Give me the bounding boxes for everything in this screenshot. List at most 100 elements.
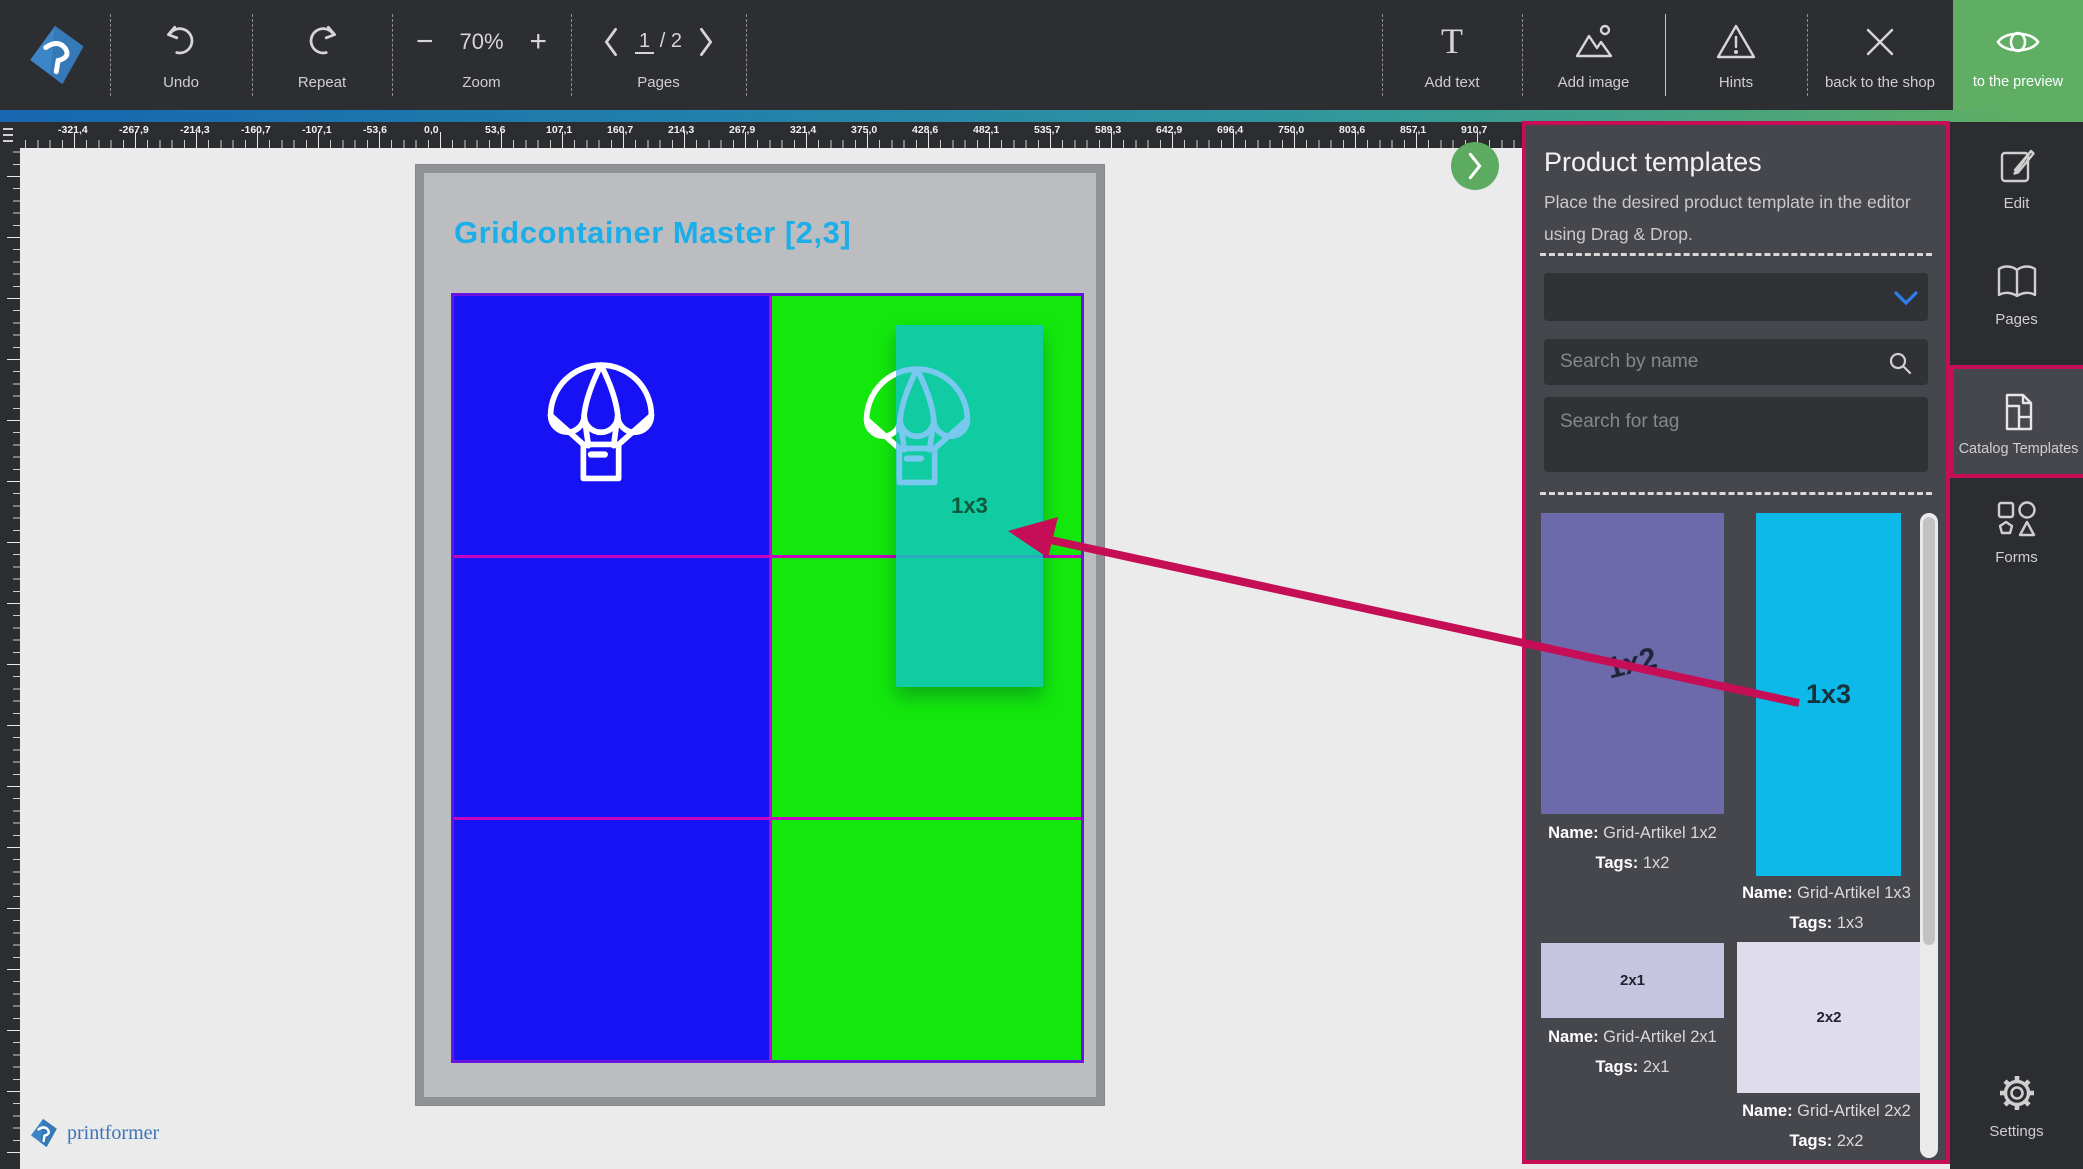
tool-sidebar: Edit Pages Catalog Templates Forms [1950, 122, 2083, 1169]
sidebar-item-catalog-templates[interactable]: Catalog Templates [1950, 365, 2083, 478]
ruler-ticks [0, 122, 20, 1169]
app-logo[interactable] [0, 0, 110, 110]
printformer-logo-icon [28, 1118, 58, 1148]
eye-icon [1995, 20, 2041, 64]
hints-warning-icon [1715, 20, 1757, 64]
add-image-button[interactable]: Add image [1522, 0, 1665, 110]
page-title: Gridcontainer Master [2,3] [454, 215, 851, 251]
drag-preview-label: 1x3 [896, 493, 1043, 519]
ruler-label: 267,9 [729, 124, 755, 136]
add-text-label: Add text [1424, 74, 1479, 91]
dashed-divider [1540, 253, 1932, 256]
close-icon [1862, 20, 1898, 64]
book-icon [1995, 262, 2039, 302]
template-tags: Tags: 1x2 [1526, 855, 1739, 872]
ruler-label: 482,1 [973, 124, 999, 136]
next-page-icon[interactable] [696, 27, 716, 57]
template-name: Name: Grid-Artikel 1x2 [1526, 825, 1739, 842]
top-toolbar: Undo Repeat − 70% + Zoom [0, 0, 2083, 110]
add-text-icon: T [1432, 20, 1472, 64]
zoom-in-button[interactable]: + [530, 27, 548, 57]
panel-title: Product templates [1544, 147, 1762, 178]
brand-name: printformer [67, 1122, 159, 1145]
add-image-icon [1573, 20, 1615, 64]
template-name: Name: Grid-Artikel 1x3 [1719, 885, 1934, 902]
sidebar-item-edit[interactable]: Edit [1950, 146, 2083, 212]
zoom-control: − 70% + Zoom [392, 0, 571, 110]
hints-button[interactable]: Hints [1665, 0, 1807, 110]
current-page-input[interactable]: 1 [635, 30, 654, 54]
sidebar-item-settings[interactable]: Settings [1950, 1072, 2083, 1140]
printformer-brand[interactable]: printformer [28, 1118, 159, 1148]
ruler-corner [0, 122, 20, 148]
undo-icon [162, 20, 200, 64]
edit-icon [1997, 146, 2037, 186]
sidebar-item-forms[interactable]: Forms [1950, 500, 2083, 566]
ruler-label: -321,4 [58, 124, 88, 136]
grid-row-divider [454, 817, 1081, 820]
ruler-label: 803,6 [1339, 124, 1365, 136]
zoom-label: Zoom [462, 74, 500, 91]
ruler-label: 696,4 [1217, 124, 1243, 136]
templates-scrollbar[interactable] [1920, 513, 1938, 1158]
template-name: Name: Grid-Artikel 2x1 [1526, 1029, 1739, 1046]
svg-text:T: T [1441, 22, 1463, 61]
ruler-label: -53,6 [363, 124, 387, 136]
zoom-out-button[interactable]: − [416, 27, 434, 57]
ruler-label: 160,7 [607, 124, 633, 136]
ruler-label: 642,9 [1156, 124, 1182, 136]
ruler-label: 428,6 [912, 124, 938, 136]
drag-preview-template-1x3[interactable]: 1x3 [896, 325, 1043, 687]
repeat-label: Repeat [298, 74, 346, 91]
dashed-divider [1540, 492, 1932, 495]
undo-button[interactable]: Undo [110, 0, 252, 110]
product-templates-panel: Product templates Place the desired prod… [1522, 121, 1950, 1164]
ruler-label: 214,3 [668, 124, 694, 136]
page-total: 2 [671, 30, 682, 52]
category-dropdown[interactable] [1544, 273, 1928, 321]
editor-window: Undo Repeat − 70% + Zoom [0, 0, 2083, 1169]
search-name-input[interactable] [1544, 339, 1928, 385]
hints-label: Hints [1719, 74, 1753, 91]
template-card-1x3[interactable]: 1x3 [1756, 513, 1901, 876]
to-preview-label: to the preview [1973, 74, 2063, 90]
back-to-shop-label: back to the shop [1825, 74, 1935, 91]
ruler-label: 53,6 [485, 124, 505, 136]
pages-label: Pages [637, 74, 680, 91]
scrollbar-thumb[interactable] [1923, 517, 1935, 945]
back-to-shop-button[interactable]: back to the shop [1807, 0, 1953, 110]
panel-collapse-button[interactable] [1451, 142, 1499, 190]
sidebar-item-pages[interactable]: Pages [1950, 262, 2083, 328]
chevron-right-icon [1465, 152, 1485, 180]
search-tag-input[interactable] [1544, 397, 1928, 472]
ruler-label: 321,4 [790, 124, 816, 136]
ruler-label: 857,1 [1400, 124, 1426, 136]
ruler-label: 0,0 [424, 124, 439, 136]
ruler-label: 589,3 [1095, 124, 1121, 136]
repeat-button[interactable]: Repeat [252, 0, 392, 110]
ruler-label: -267,9 [119, 124, 149, 136]
sidebar-item-label: Forms [1995, 549, 2038, 566]
template-card-1x2[interactable]: 1x2 [1541, 513, 1724, 814]
ruler-label: 535,7 [1034, 124, 1060, 136]
page-divider: / [660, 30, 666, 52]
template-preview-label: 1x2 [1604, 641, 1661, 686]
sidebar-item-label: Catalog Templates [1959, 441, 2079, 457]
template-preview-label: 1x3 [1806, 679, 1851, 710]
prev-page-icon[interactable] [601, 27, 621, 57]
vertical-ruler [0, 122, 20, 1169]
ruler-label: -107,1 [302, 124, 332, 136]
sidebar-item-label: Edit [2004, 195, 2030, 212]
to-preview-button[interactable]: to the preview [1953, 0, 2083, 110]
ruler-label: -160,7 [241, 124, 271, 136]
panel-subtitle: Place the desired product template in th… [1544, 187, 1928, 250]
template-tags: Tags: 1x3 [1719, 915, 1934, 932]
ruler-label: 107,1 [546, 124, 572, 136]
template-card-2x1[interactable]: 2x1 [1541, 943, 1724, 1018]
add-text-button[interactable]: T Add text [1382, 0, 1522, 110]
pages-control: 1 / 2 Pages [571, 0, 746, 110]
template-card-2x2[interactable]: 2x2 [1737, 942, 1921, 1093]
catalog-templates-icon [2000, 392, 2038, 432]
sidebar-item-label: Settings [1989, 1123, 2043, 1140]
ruler-label: -214,3 [180, 124, 210, 136]
